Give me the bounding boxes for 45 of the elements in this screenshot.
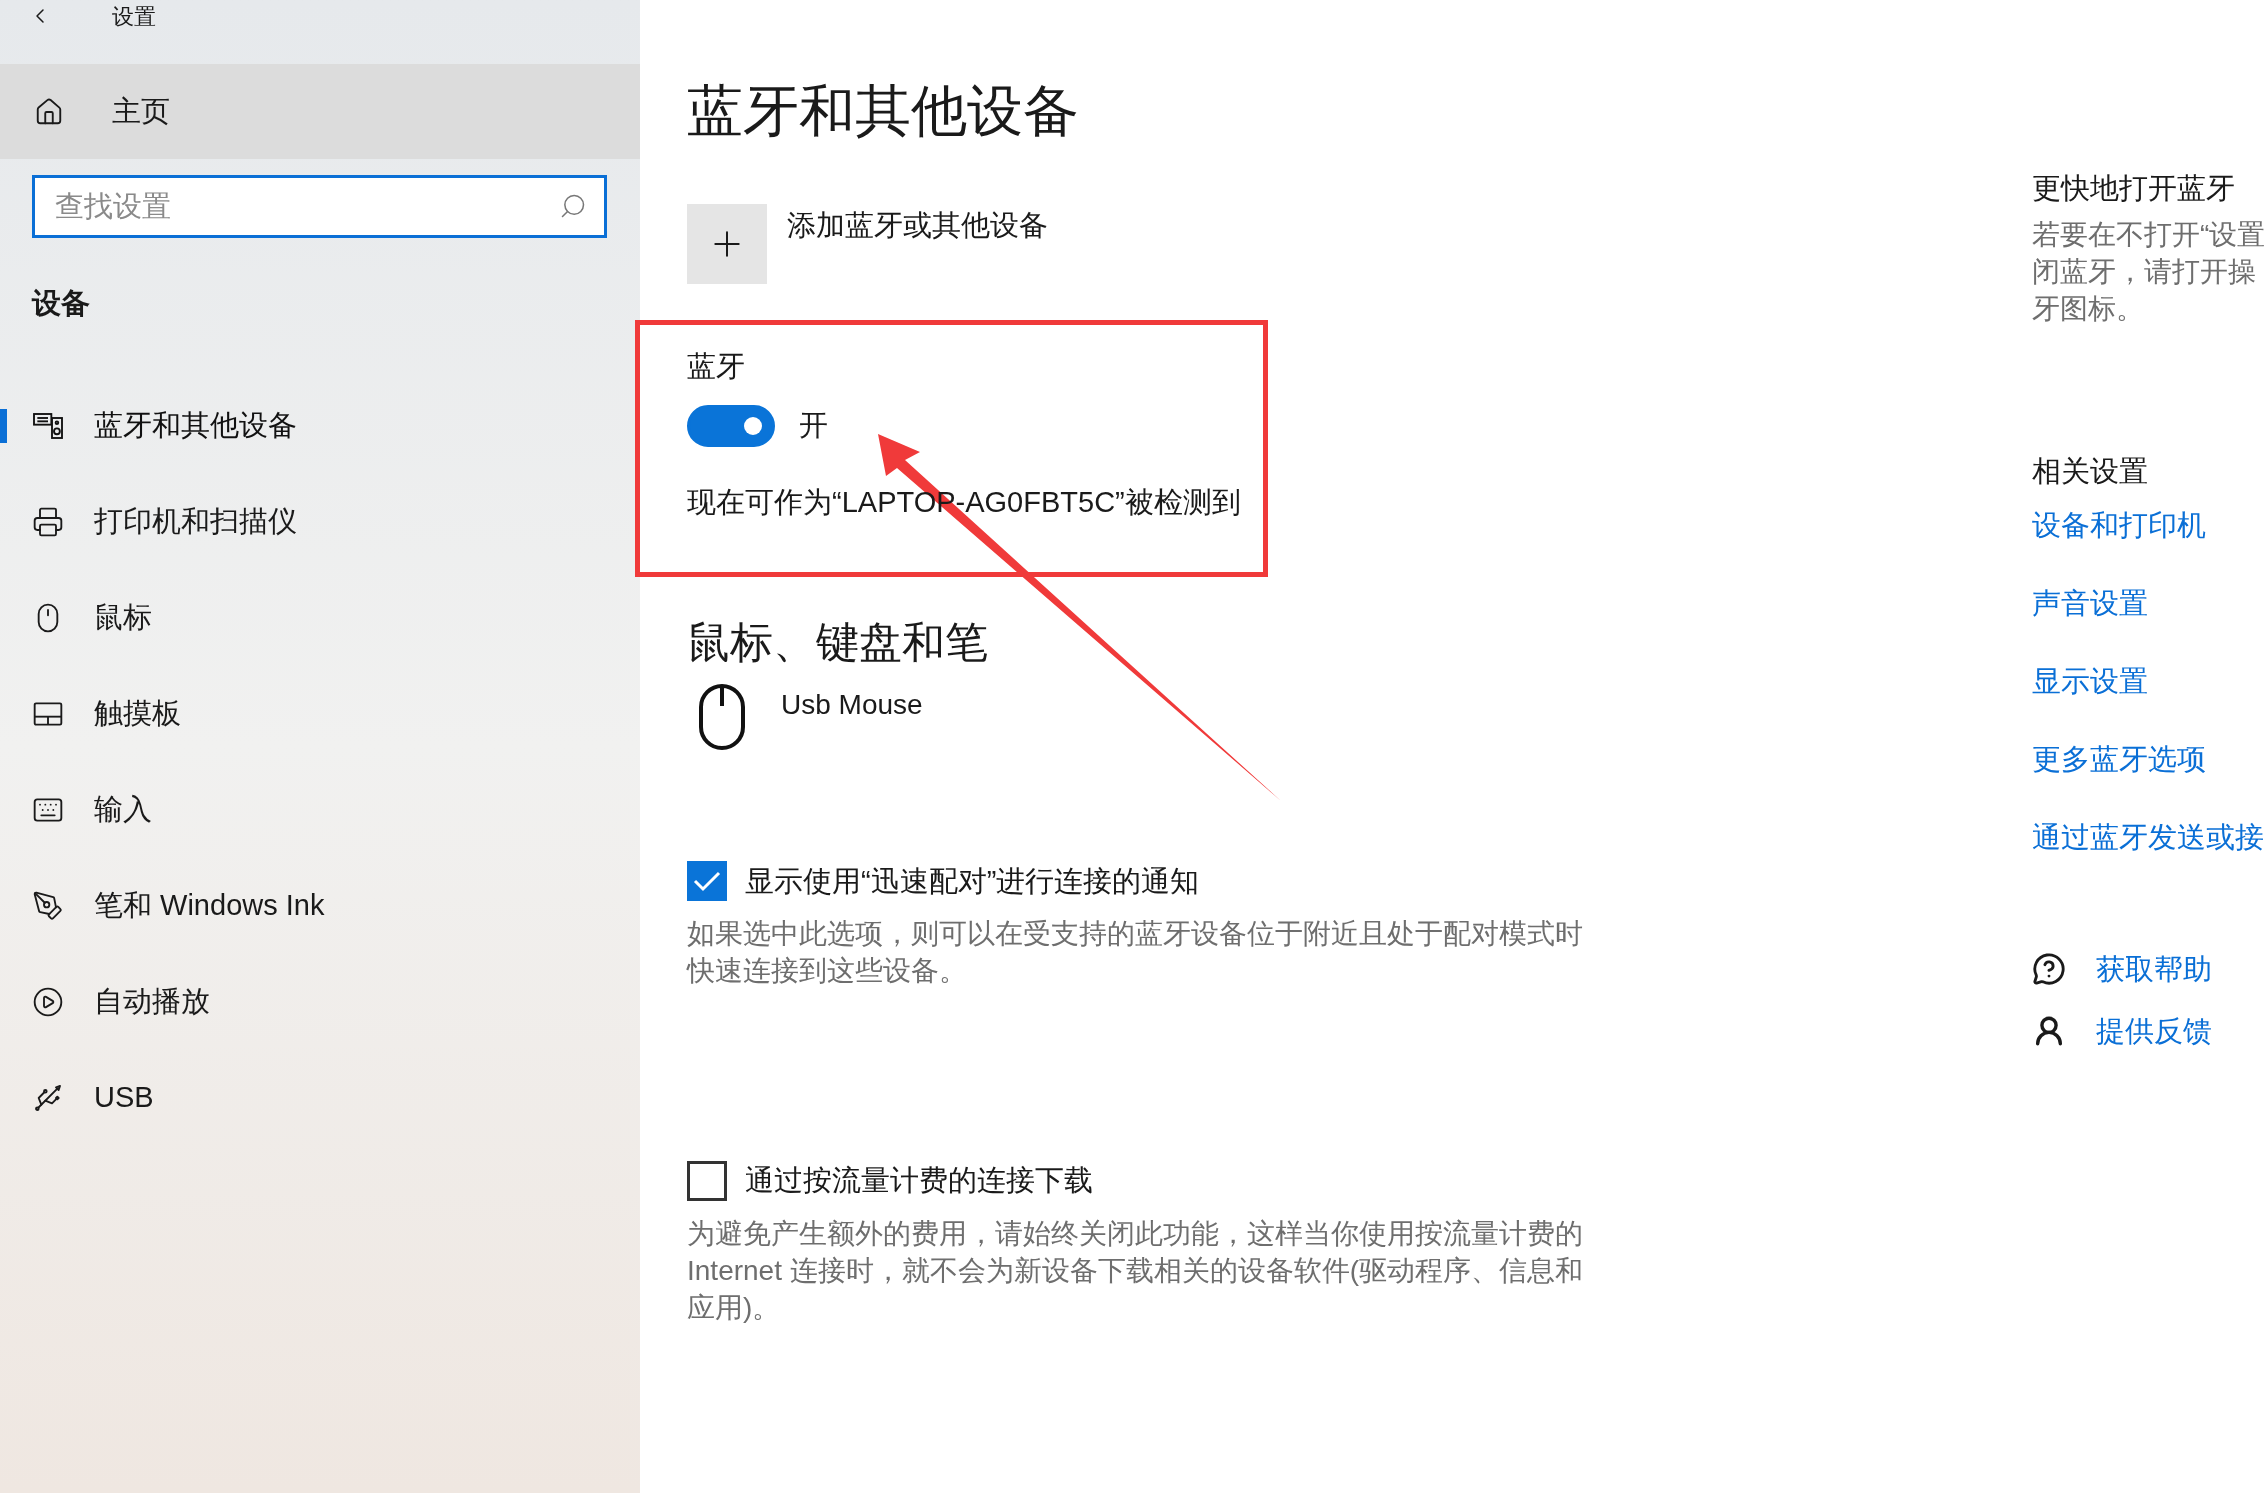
mouse-icon (699, 683, 745, 750)
settings-link[interactable]: 显示设置 (2032, 661, 2267, 701)
support-link[interactable]: 获取帮助 (2096, 949, 2212, 989)
option-description: 如果选中此选项，则可以在受支持的蓝牙设备位于附近且处于配对模式时快速连接到这些设备。 (687, 917, 1584, 988)
tip-text: 闭蓝牙，请打开操 (2032, 255, 2257, 289)
home-icon (34, 96, 64, 127)
section-heading: 设备 (32, 286, 90, 321)
play-icon (32, 985, 64, 1018)
settings-link[interactable]: 设备和打印机 (2032, 505, 2267, 545)
sidebar-item[interactable]: 打印机和扫描仪 (32, 499, 297, 544)
sidebar-item[interactable]: 输入 (32, 787, 152, 832)
settings-link[interactable]: 声音设置 (2032, 583, 2267, 623)
section-heading: 鼠标、键盘和笔 (687, 616, 988, 668)
sidebar-item[interactable]: 笔和 Windows Ink (32, 883, 325, 928)
support-link[interactable]: 提供反馈 (2096, 1011, 2212, 1051)
help-icon (2032, 952, 2066, 986)
bluetooth-toggle[interactable] (687, 404, 775, 447)
sidebar-item[interactable]: 鼠标 (32, 595, 152, 640)
settings-link[interactable]: 通过蓝牙发送或接 (2032, 817, 2267, 857)
tip-text: 牙图标。 (2032, 292, 2145, 326)
toggle-state: 开 (799, 408, 828, 443)
checkbox[interactable] (687, 861, 727, 902)
printer-icon (32, 505, 64, 538)
search-icon (559, 192, 587, 220)
checkbox-label: 显示使用“迅速配对”进行连接的通知 (745, 863, 1200, 899)
check-icon (693, 870, 721, 893)
settings-link[interactable]: 更多蓝牙选项 (2032, 739, 2267, 779)
checkbox-label: 通过按流量计费的连接下载 (745, 1163, 1093, 1198)
device-name[interactable]: Usb Mouse (781, 683, 923, 726)
sidebar-item[interactable]: USB (32, 1075, 154, 1120)
sidebar-item[interactable]: 蓝牙和其他设备 (32, 403, 297, 448)
tip-heading: 更快地打开蓝牙 (2032, 171, 2236, 206)
pen-icon (32, 889, 64, 922)
window-title: 设置 (112, 4, 156, 30)
page-title: 蓝牙和其他设备 (687, 78, 1079, 144)
tip-text: 若要在不打开“设置 (2032, 218, 2267, 252)
checkbox[interactable] (687, 1160, 727, 1201)
related-heading: 相关设置 (2032, 454, 2149, 489)
add-device-label[interactable]: 添加蓝牙或其他设备 (787, 204, 1048, 248)
home-item[interactable]: 主页 (0, 64, 640, 159)
option-description: 为避免产生额外的费用，请始终关闭此功能，这样当你使用按流量计费的 Internet 连接时，就不会为新设备下载相关的设备软件(驱动程序、信息和应用)。 (687, 1216, 1585, 1325)
bluetooth-label: 蓝牙 (687, 349, 745, 384)
search-field[interactable]: 查找设置 (32, 175, 607, 238)
sidebar-item[interactable]: 自动播放 (32, 979, 210, 1024)
sidebar-item[interactable]: 触摸板 (32, 691, 181, 736)
